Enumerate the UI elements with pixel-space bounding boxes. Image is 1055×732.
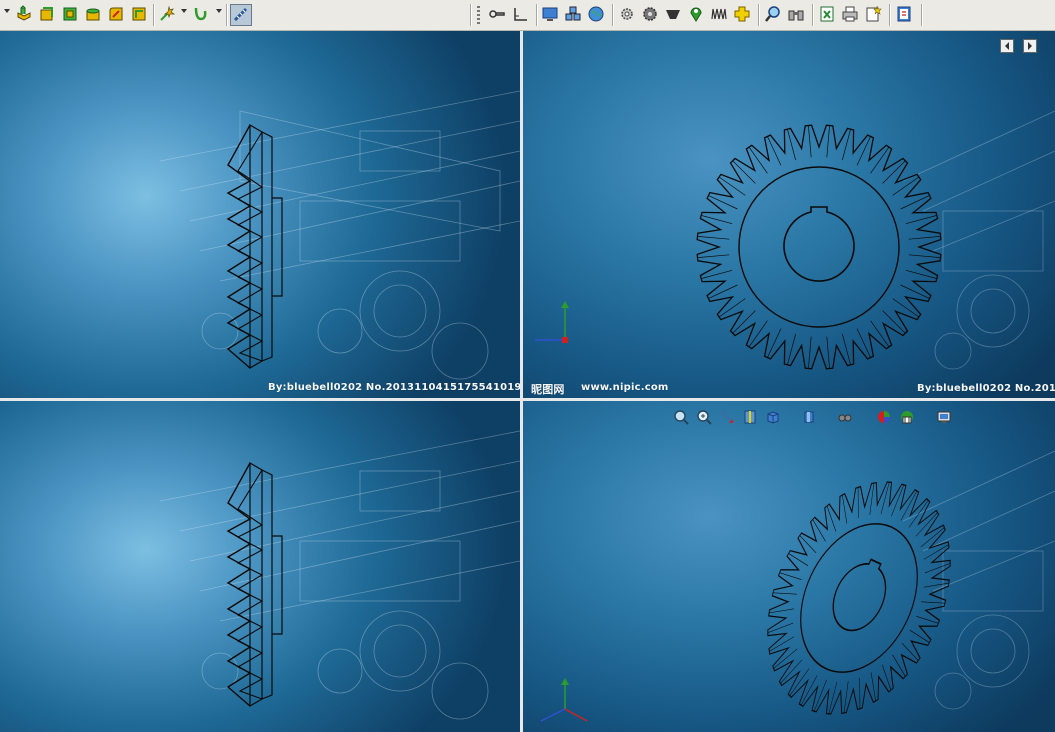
toolbar-separator bbox=[226, 4, 227, 26]
zoom-area-icon[interactable] bbox=[695, 408, 713, 426]
display-style-icon[interactable] bbox=[800, 408, 818, 426]
command-toolbar bbox=[0, 0, 1055, 31]
gear-tooth-edge bbox=[842, 494, 848, 524]
display-icon[interactable] bbox=[540, 4, 560, 24]
watermark-text: By:bluebell0202 No.201311041 bbox=[917, 383, 1055, 394]
gear-tooth-edge bbox=[905, 215, 937, 225]
smart-dimension-icon[interactable] bbox=[157, 4, 177, 24]
excel-icon[interactable] bbox=[817, 4, 837, 24]
toolbar-separator bbox=[153, 4, 154, 26]
gear-part-top bbox=[226, 461, 283, 708]
gear-tooth-edge bbox=[701, 215, 733, 225]
gear-tooth-edge bbox=[923, 582, 950, 588]
triad-axis-icon bbox=[535, 301, 569, 343]
viewport-front[interactable]: By:bluebell0202 No.20131104151755410197 bbox=[0, 31, 520, 398]
toolbar-separator bbox=[612, 4, 613, 26]
gear-tooth-edge bbox=[808, 336, 812, 369]
dropdown-arrow-icon[interactable] bbox=[4, 9, 10, 13]
gear-tooth-edge bbox=[881, 664, 892, 691]
gear-part-front bbox=[226, 123, 283, 370]
zoom-to-fit-icon[interactable] bbox=[672, 408, 690, 426]
gear-small-icon[interactable] bbox=[640, 4, 660, 24]
gear-tooth-edge bbox=[859, 677, 861, 709]
toolbar-separator bbox=[536, 4, 537, 26]
gear-tooth-edge bbox=[826, 505, 837, 532]
gear-tooth-edge bbox=[697, 236, 730, 240]
settings-gear-icon[interactable] bbox=[617, 4, 637, 24]
binoculars-icon[interactable] bbox=[786, 4, 806, 24]
gear-tooth-edge bbox=[841, 129, 851, 161]
apply-scene-icon[interactable] bbox=[898, 408, 916, 426]
hide-show-icon[interactable] bbox=[836, 408, 854, 426]
toolbar-separator bbox=[812, 4, 813, 26]
gear-tooth-edge bbox=[857, 487, 859, 519]
new-document-icon[interactable] bbox=[863, 4, 883, 24]
gear-tooth-edge bbox=[916, 615, 939, 624]
extruded-boss-icon[interactable] bbox=[14, 4, 34, 24]
zoom-search-icon[interactable] bbox=[763, 4, 783, 24]
location-pin-icon[interactable] bbox=[686, 4, 706, 24]
gear-tooth-edge bbox=[826, 125, 830, 158]
viewport-isometric[interactable] bbox=[523, 401, 1055, 732]
previous-icon[interactable] bbox=[1000, 39, 1014, 53]
gear-tooth-edge bbox=[908, 254, 941, 258]
viewport-divider-horizontal[interactable] bbox=[0, 398, 1055, 401]
print-icon[interactable] bbox=[840, 4, 860, 24]
revolved-boss-icon[interactable] bbox=[37, 4, 57, 24]
view-settings-icon[interactable] bbox=[935, 408, 953, 426]
section-view-icon[interactable] bbox=[741, 408, 759, 426]
viewport-right[interactable]: 昵图网 www.nipic.com By:bluebell0202 No.201… bbox=[523, 31, 1055, 398]
gear-tooth-edge bbox=[799, 535, 817, 554]
viewport-divider-vertical[interactable] bbox=[520, 31, 523, 732]
gear-tooth-edge bbox=[768, 608, 795, 614]
gear-tooth-edge bbox=[826, 336, 830, 369]
globe-icon[interactable] bbox=[586, 4, 606, 24]
dropdown-arrow-icon[interactable] bbox=[181, 9, 187, 13]
gear-tooth-edge bbox=[808, 125, 812, 158]
gear-tooth-edge bbox=[787, 333, 797, 365]
gear-teeth bbox=[767, 481, 951, 715]
chamfer-icon[interactable] bbox=[129, 4, 149, 24]
fillet-icon[interactable] bbox=[106, 4, 126, 24]
gear-tooth-edge bbox=[779, 572, 802, 581]
dropdown-arrow-icon[interactable] bbox=[216, 9, 222, 13]
gear-tooth-edge bbox=[901, 642, 919, 661]
measure-icon[interactable] bbox=[230, 4, 252, 26]
spring-icon[interactable] bbox=[709, 4, 729, 24]
gear-tooth-edge bbox=[908, 236, 941, 240]
previous-view-icon[interactable] bbox=[718, 408, 736, 426]
edit-appearance-icon[interactable] bbox=[875, 408, 893, 426]
triad-axis-icon bbox=[540, 678, 588, 722]
gear-tooth-edge bbox=[841, 333, 851, 365]
gear-tooth-edge bbox=[787, 129, 797, 161]
pin-icon[interactable] bbox=[487, 4, 507, 24]
toolbar-separator bbox=[921, 4, 922, 26]
view-orientation-icon[interactable] bbox=[764, 408, 782, 426]
watermark-cn: 昵图网 bbox=[531, 383, 565, 396]
gear-part-right bbox=[535, 124, 942, 370]
swept-boss-icon[interactable] bbox=[60, 4, 80, 24]
watermark-text: By:bluebell0202 No.20131104151755410197 bbox=[268, 382, 520, 393]
assembly-icon[interactable] bbox=[563, 4, 583, 24]
toolbar-separator bbox=[758, 4, 759, 26]
watermark-url: www.nipic.com bbox=[581, 382, 669, 393]
help-book-icon[interactable] bbox=[894, 4, 914, 24]
gear-tooth-edge bbox=[905, 269, 937, 279]
toolbar-grip[interactable] bbox=[477, 6, 480, 24]
gear-tooth-edge bbox=[697, 254, 730, 258]
toolbar-separator bbox=[470, 4, 471, 26]
gear-part-isometric bbox=[540, 481, 951, 722]
add-icon[interactable] bbox=[732, 4, 752, 24]
lofted-boss-icon[interactable] bbox=[83, 4, 103, 24]
toolbar-separator bbox=[889, 4, 890, 26]
gear-tooth-edge bbox=[701, 269, 733, 279]
gear-tooth-edge bbox=[870, 672, 876, 702]
next-icon[interactable] bbox=[1023, 39, 1037, 53]
corner-icon[interactable] bbox=[510, 4, 530, 24]
viewport-top[interactable] bbox=[0, 401, 520, 732]
cone-icon[interactable] bbox=[663, 4, 683, 24]
curves-icon[interactable] bbox=[191, 4, 211, 24]
